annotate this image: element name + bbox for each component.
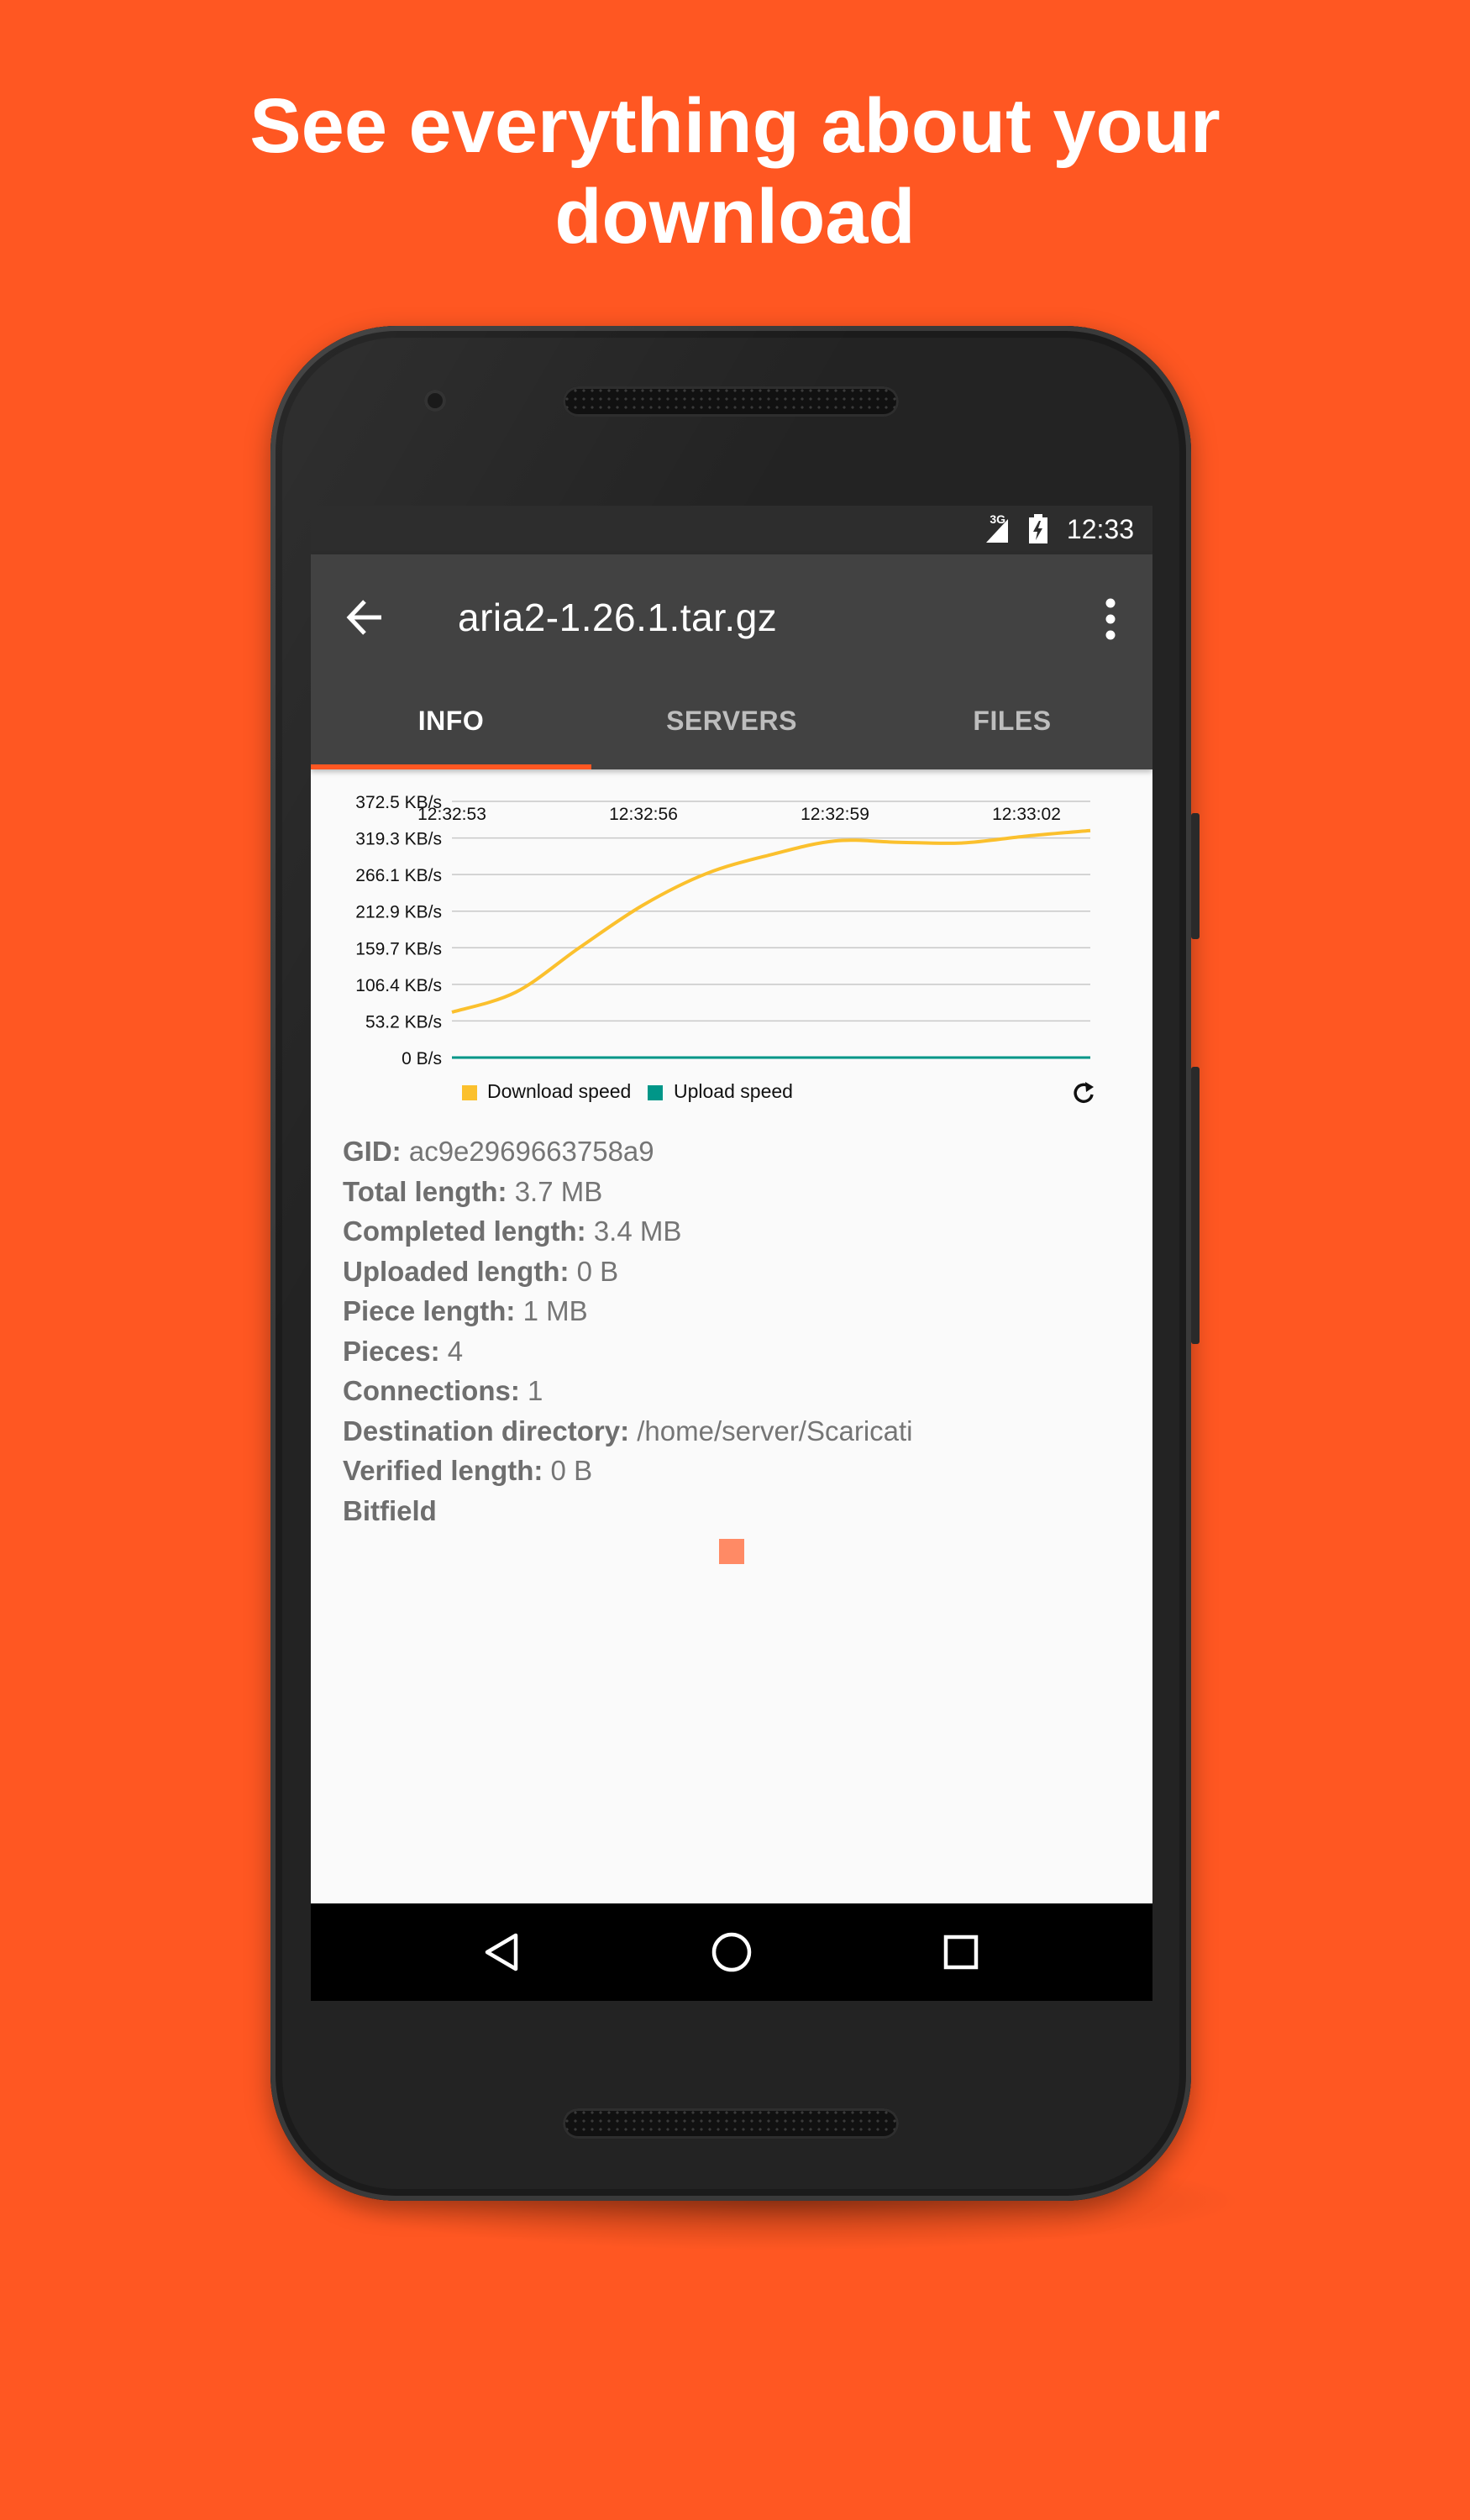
y-tick-label: 0 B/s [402,1049,442,1068]
y-tick-label: 106.4 KB/s [355,976,442,995]
info-key: GID: [343,1136,402,1167]
nav-home-icon[interactable] [708,1929,755,1976]
app-bar: aria2-1.26.1.tar.gz INFO SERVERS FILES [311,554,1152,769]
bottom-speaker [563,2108,899,2139]
info-key: Completed length: [343,1215,586,1247]
x-tick-label: 12:33:02 [992,805,1061,824]
legend-upload-label: Upload speed [674,1080,793,1102]
legend-upload-swatch [648,1085,663,1100]
info-key: Pieces: [343,1335,440,1367]
info-value: 4 [447,1335,464,1367]
info-row: Verified length: 0 B [343,1451,1132,1491]
info-row: Pieces: 4 [343,1331,1132,1372]
bitfield-piece [719,1539,744,1564]
info-key: Verified length: [343,1455,543,1486]
info-key: Connections: [343,1375,520,1406]
tab-info[interactable]: INFO [311,672,591,769]
info-key: Total length: [343,1175,507,1207]
phone-screen: 3G 12:33 aria2-1.26.1.tar.gz INFO SERVER… [311,506,1152,2001]
info-row: Total length: 3.7 MB [343,1172,1132,1212]
info-value: /home/server/Scaricati [637,1415,913,1446]
x-tick-label: 12:32:56 [609,805,678,824]
status-bar: 3G 12:33 [311,506,1152,554]
tab-servers[interactable]: SERVERS [591,672,872,769]
info-row: Bitfield [343,1491,1132,1531]
headline: See everything about your download [0,81,1470,262]
volume-button [1191,1067,1200,1344]
info-value: 0 B [550,1455,593,1486]
nav-recents-icon[interactable] [937,1929,984,1976]
info-row: Uploaded length: 0 B [343,1252,1132,1292]
legend-download-swatch [462,1085,477,1100]
info-row: Destination directory: /home/server/Scar… [343,1411,1132,1452]
info-key: Uploaded length: [343,1255,570,1287]
info-value: 0 B [576,1255,619,1287]
info-value: ac9e2969663758a9 [408,1136,654,1167]
refresh-icon[interactable] [1074,1082,1094,1103]
speed-chart: 372.5 KB/s 319.3 KB/s 266.1 KB/s 212.9 KB/s… [311,769,1152,1122]
info-row: Piece length: 1 MB [343,1291,1132,1331]
y-tick-label: 212.9 KB/s [355,903,442,922]
tab-files[interactable]: FILES [872,672,1152,769]
nav-bar [311,1903,1152,2001]
info-list: GID: ac9e2969663758a9 Total length: 3.7 M… [343,1131,1132,1530]
info-row: Connections: 1 [343,1371,1132,1411]
tab-bar: INFO SERVERS FILES [311,672,1152,769]
page-title: aria2-1.26.1.tar.gz [458,596,778,639]
y-tick-label: 159.7 KB/s [355,939,442,958]
headline-line-2: download [554,174,916,260]
arrow-left-icon[interactable] [344,596,386,638]
info-value: 1 MB [522,1295,588,1326]
power-button [1191,813,1200,939]
y-tick-label: 266.1 KB/s [355,866,442,885]
x-tick-label: 12:32:53 [417,805,486,824]
clock: 12:33 [1066,514,1134,544]
battery-icon [1028,514,1048,551]
top-speaker [563,386,899,417]
headline-line-1: See everything about your [249,83,1221,169]
signal-icon [984,517,1010,551]
info-row: GID: ac9e2969663758a9 [343,1131,1132,1172]
x-tick-label: 12:32:59 [801,805,869,824]
info-value: 1 [528,1375,543,1406]
front-camera [424,390,446,412]
info-value: 3.7 MB [514,1175,603,1207]
more-vert-icon[interactable] [1102,596,1119,642]
y-tick-label: 319.3 KB/s [355,830,442,849]
info-value: 3.4 MB [593,1215,682,1247]
info-key: Bitfield [343,1494,437,1526]
info-key: Piece length: [343,1295,516,1326]
nav-back-icon[interactable] [479,1929,526,1976]
info-key: Destination directory: [343,1415,630,1446]
speed-chart-svg: 372.5 KB/s319.3 KB/s266.1 KB/s212.9 KB/s… [355,793,1094,1103]
legend-download-label: Download speed [487,1080,631,1102]
info-row: Completed length: 3.4 MB [343,1211,1132,1252]
y-tick-label: 53.2 KB/s [365,1012,442,1032]
